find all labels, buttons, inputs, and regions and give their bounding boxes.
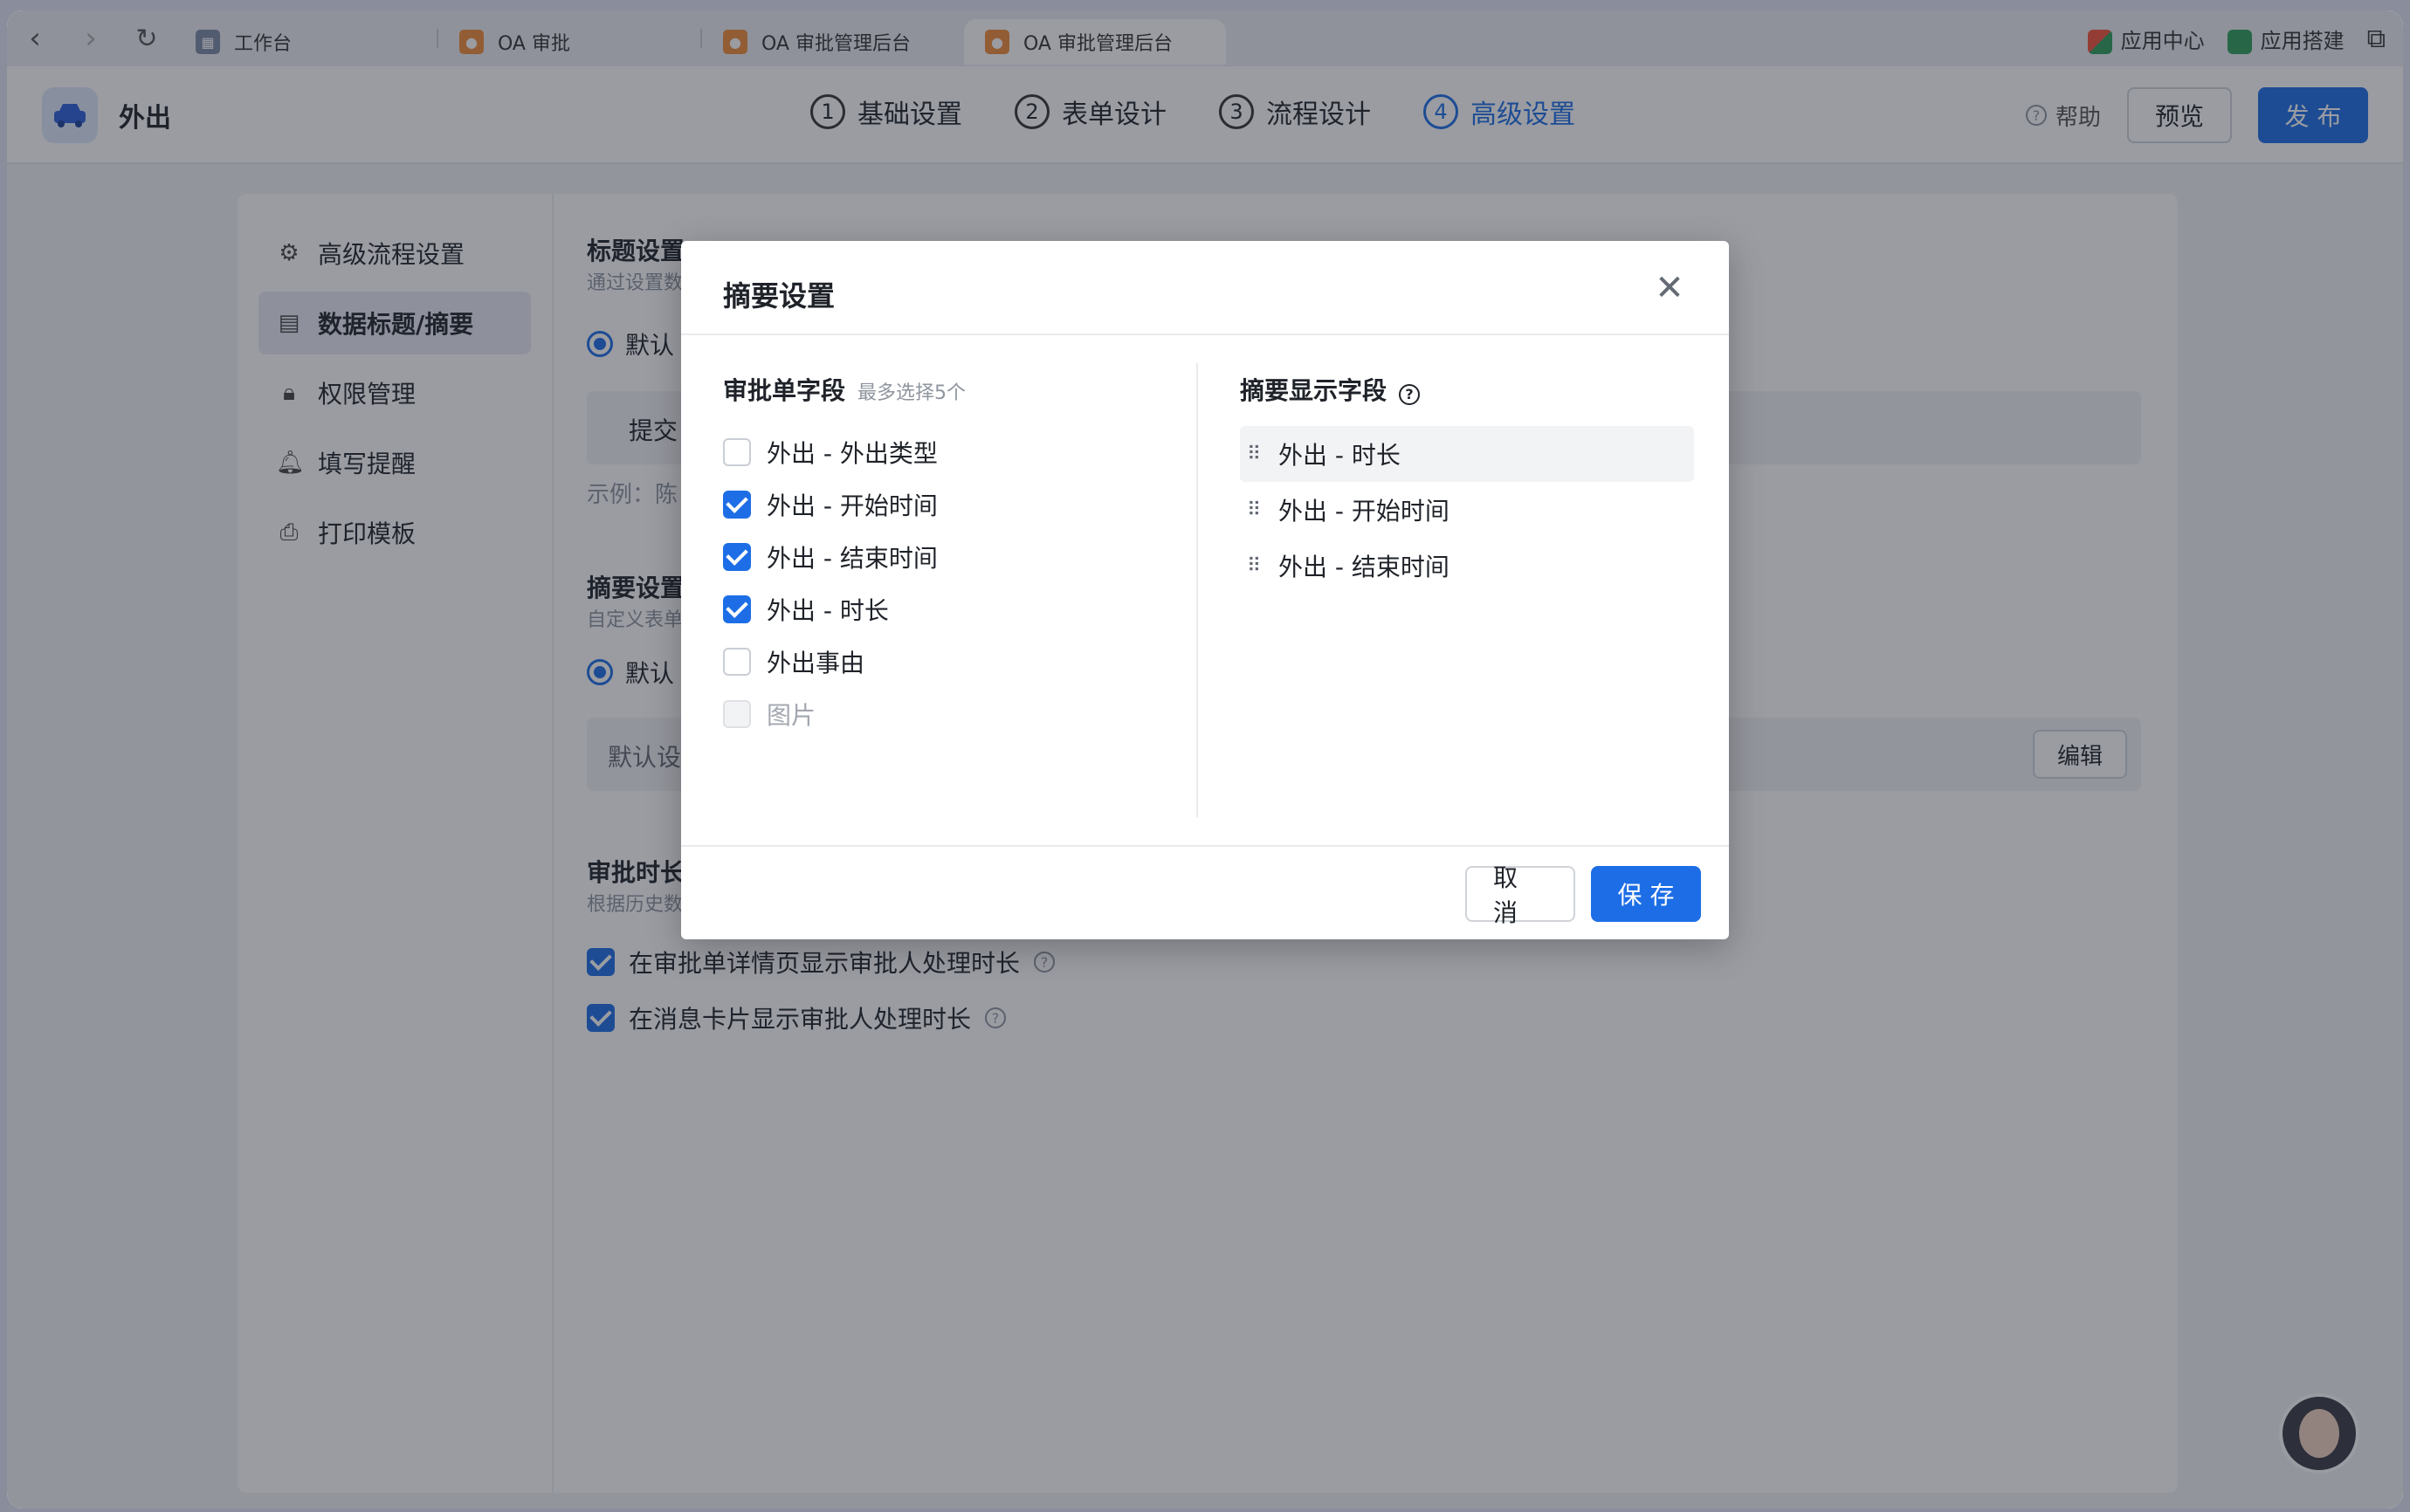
selected-field-item[interactable]: ⠿ 外出 - 时长 bbox=[1240, 426, 1694, 482]
cancel-button[interactable]: 取 消 bbox=[1465, 863, 1575, 927]
field-label: 外出 - 开始时间 bbox=[767, 491, 938, 520]
field-option[interactable]: 外出 - 结束时间 bbox=[723, 531, 1195, 583]
browser-window: ‹ › ↻ ▦ 工作台 ● OA 审批 ● OA 审批管理后台 ● OA 审批管… bbox=[7, 10, 2403, 1509]
dialog-header: 摘要设置 ✕ bbox=[681, 241, 1729, 335]
field-label: 外出 - 时长 bbox=[767, 596, 889, 625]
checkbox-disabled bbox=[723, 700, 751, 728]
question-icon[interactable]: ? bbox=[1399, 383, 1421, 405]
checkbox[interactable] bbox=[723, 648, 751, 676]
drag-handle-icon[interactable]: ⠿ bbox=[1247, 499, 1261, 521]
dialog-buttons: 取 消 保 存 bbox=[1465, 863, 1701, 927]
selected-field-label: 外出 - 时长 bbox=[1278, 441, 1401, 470]
form-fields-heading: 审批单字段 最多选择5个 bbox=[723, 372, 1195, 407]
field-option[interactable]: 外出 - 外出类型 bbox=[723, 426, 1195, 478]
drag-handle-icon[interactable]: ⠿ bbox=[1247, 555, 1261, 577]
field-label: 图片 bbox=[767, 701, 816, 730]
field-option[interactable]: 外出 - 开始时间 bbox=[723, 478, 1195, 531]
summary-settings-dialog: 摘要设置 ✕ 审批单字段 最多选择5个 外出 - 外出类型 外出 - 开始时间 … bbox=[681, 241, 1729, 939]
close-icon[interactable]: ✕ bbox=[1649, 267, 1690, 309]
dialog-title: 摘要设置 bbox=[723, 279, 836, 313]
field-option[interactable]: 外出事由 bbox=[723, 636, 1195, 688]
form-fields-column: 审批单字段 最多选择5个 外出 - 外出类型 外出 - 开始时间 外出 - 结束… bbox=[723, 372, 1195, 740]
selected-field-item[interactable]: ⠿ 外出 - 开始时间 bbox=[1240, 482, 1694, 538]
field-label: 外出 - 结束时间 bbox=[767, 544, 938, 573]
summary-fields-title: 摘要显示字段 bbox=[1240, 376, 1387, 405]
checkbox[interactable] bbox=[723, 438, 751, 466]
drag-handle-icon[interactable]: ⠿ bbox=[1247, 443, 1261, 465]
selected-field-item[interactable]: ⠿ 外出 - 结束时间 bbox=[1240, 538, 1694, 594]
summary-fields-column: 摘要显示字段 ? ⠿ 外出 - 时长 ⠿ 外出 - 开始时间 ⠿ 外出 - 结束时间 bbox=[1240, 372, 1694, 594]
checkbox[interactable] bbox=[723, 595, 751, 623]
selected-fields-list: ⠿ 外出 - 时长 ⠿ 外出 - 开始时间 ⠿ 外出 - 结束时间 bbox=[1240, 426, 1694, 594]
dialog-footer: 取 消 保 存 bbox=[681, 845, 1729, 939]
form-fields-hint: 最多选择5个 bbox=[857, 382, 967, 404]
checkbox[interactable] bbox=[723, 543, 751, 571]
field-label: 外出 - 外出类型 bbox=[767, 439, 938, 468]
form-fields-title: 审批单字段 bbox=[723, 376, 846, 405]
summary-fields-heading: 摘要显示字段 ? bbox=[1240, 372, 1694, 407]
field-option[interactable]: 外出 - 时长 bbox=[723, 583, 1195, 636]
selected-field-label: 外出 - 开始时间 bbox=[1278, 497, 1449, 526]
column-divider bbox=[1196, 363, 1198, 817]
checkbox[interactable] bbox=[723, 491, 751, 519]
save-button[interactable]: 保 存 bbox=[1591, 866, 1701, 922]
field-option-disabled: 图片 bbox=[723, 688, 1195, 740]
field-label: 外出事由 bbox=[767, 649, 865, 677]
selected-field-label: 外出 - 结束时间 bbox=[1278, 553, 1449, 581]
